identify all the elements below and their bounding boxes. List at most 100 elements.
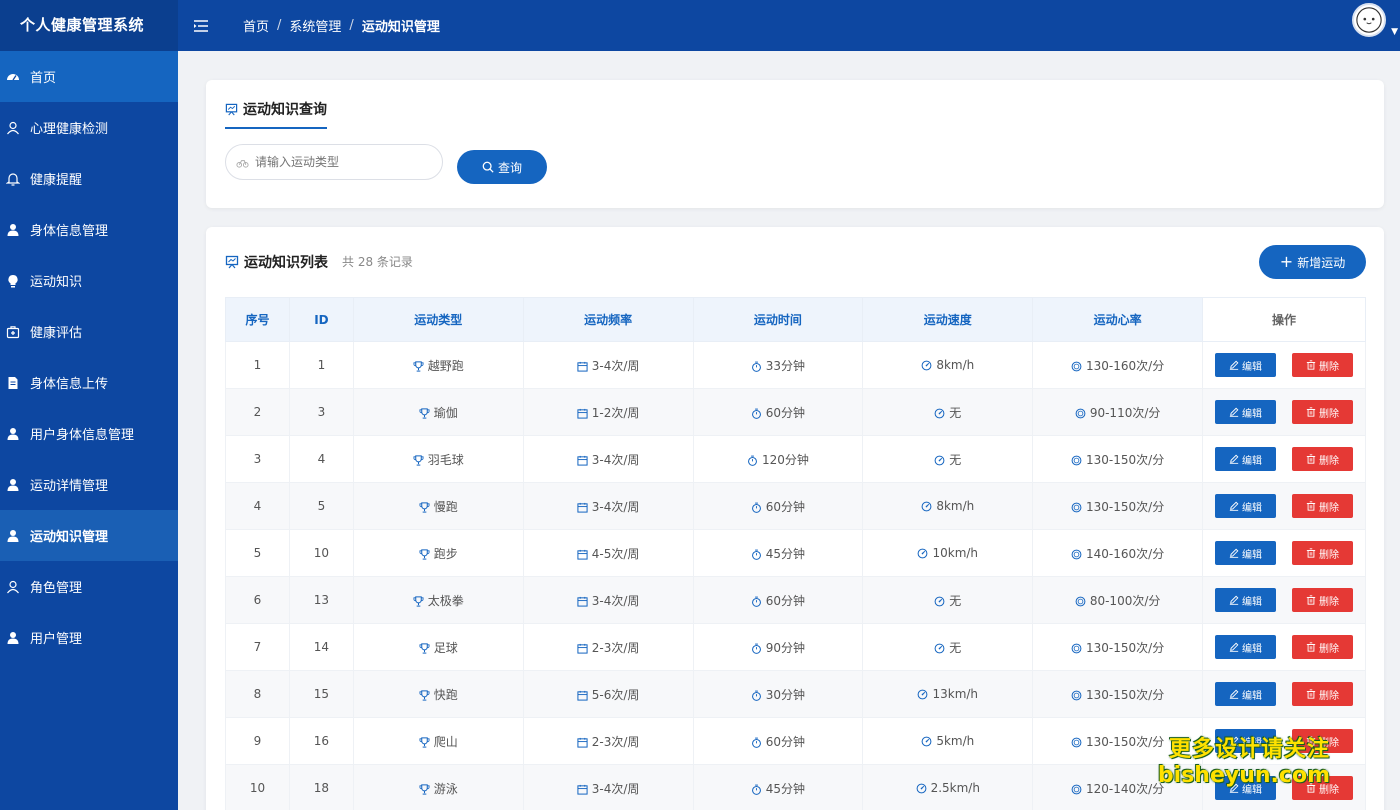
trophy-icon xyxy=(419,783,430,795)
sidebar-item-0[interactable]: 首页 xyxy=(0,51,178,102)
cell-actions: 编辑 删除 xyxy=(1202,529,1366,577)
sidebar-item-7[interactable]: 用户身体信息管理 xyxy=(0,408,178,459)
presentation-icon xyxy=(225,103,238,115)
cell-speed: 10km/h xyxy=(862,529,1034,577)
edit-button[interactable]: 编辑 xyxy=(1215,353,1277,377)
search-icon xyxy=(482,161,494,173)
header-speed[interactable]: 运动速度 xyxy=(862,297,1034,342)
search-input[interactable] xyxy=(255,155,435,169)
trophy-icon xyxy=(419,548,430,560)
delete-button[interactable]: 删除 xyxy=(1292,682,1354,706)
header-type[interactable]: 运动类型 xyxy=(352,297,524,342)
sidebar-item-5[interactable]: 健康评估 xyxy=(0,306,178,357)
breadcrumb-home[interactable]: 首页 xyxy=(243,16,269,35)
delete-button[interactable]: 删除 xyxy=(1292,494,1354,518)
cell-heart: 130-150次/分 xyxy=(1032,623,1204,671)
edit-button[interactable]: 编辑 xyxy=(1215,635,1277,659)
sidebar-item-6[interactable]: 身体信息上传 xyxy=(0,357,178,408)
cell-speed: 无 xyxy=(862,623,1034,671)
delete-button[interactable]: 删除 xyxy=(1292,447,1354,471)
speedometer-icon xyxy=(934,643,945,653)
search-button[interactable]: 查询 xyxy=(457,150,547,184)
edit-button[interactable]: 编辑 xyxy=(1215,682,1277,706)
cell-id: 3 xyxy=(288,388,354,436)
menu-fold-icon[interactable] xyxy=(193,18,209,34)
stopwatch-icon xyxy=(751,549,761,560)
cell-freq: 3-4次/周 xyxy=(522,482,694,530)
sidebar-item-label: 健康评估 xyxy=(30,326,83,341)
sidebar-item-9[interactable]: 运动知识管理 xyxy=(0,510,178,561)
cell-id: 10 xyxy=(288,529,354,577)
edit-icon xyxy=(1229,454,1239,464)
cell-speed: 无 xyxy=(862,435,1034,483)
stopwatch-icon xyxy=(751,502,761,513)
delete-button[interactable]: 删除 xyxy=(1292,588,1354,612)
edit-button[interactable]: 编辑 xyxy=(1215,400,1277,424)
sidebar-item-11[interactable]: 用户管理 xyxy=(0,612,178,663)
trash-icon xyxy=(1306,642,1316,652)
cell-actions: 编辑 删除 xyxy=(1202,388,1366,436)
caret-down-icon[interactable]: ▼ xyxy=(1391,27,1398,37)
edit-icon xyxy=(1229,642,1239,652)
cell-id: 14 xyxy=(288,623,354,671)
edit-button[interactable]: 编辑 xyxy=(1215,588,1277,612)
delete-button[interactable]: 删除 xyxy=(1292,400,1354,424)
table-header-row: 序号 ID 运动类型 运动频率 运动时间 运动速度 运动心率 操作 xyxy=(225,297,1366,342)
edit-icon xyxy=(1229,689,1239,699)
cell-type: 羽毛球 xyxy=(352,435,524,483)
header-op: 操作 xyxy=(1202,297,1366,342)
sidebar-item-4[interactable]: 运动知识 xyxy=(0,255,178,306)
sidebar-item-2[interactable]: 健康提醒 xyxy=(0,153,178,204)
edit-button[interactable]: 编辑 xyxy=(1215,541,1277,565)
trophy-icon xyxy=(419,689,430,701)
sidebar-item-3[interactable]: 身体信息管理 xyxy=(0,204,178,255)
add-exercise-button[interactable]: + 新增运动 xyxy=(1259,245,1366,279)
sidebar: 个人健康管理系统 首页 心理健康检测 健康提醒 身体信息管理 运动知识 健康评估 身体信息上… xyxy=(0,0,178,810)
list-title-text: 运动知识列表 xyxy=(244,255,328,271)
edit-button[interactable]: 编辑 xyxy=(1215,494,1277,518)
speedometer-icon xyxy=(934,455,945,465)
sidebar-item-10[interactable]: 角色管理 xyxy=(0,561,178,612)
header-freq[interactable]: 运动频率 xyxy=(522,297,694,342)
sidebar-item-label: 运动详情管理 xyxy=(30,479,109,494)
watch-icon xyxy=(1071,784,1082,794)
cell-speed: 2.5km/h xyxy=(862,764,1034,810)
list-card: 运动知识列表 共 28 条记录 + 新增运动 序号 ID 运动类型 运动频率 运… xyxy=(206,227,1384,810)
search-box[interactable] xyxy=(225,144,443,180)
cell-freq: 4-5次/周 xyxy=(522,529,694,577)
avatar[interactable] xyxy=(1352,3,1386,37)
cell-time: 60分钟 xyxy=(692,717,864,765)
watch-icon xyxy=(1071,737,1082,747)
cell-actions: 编辑 删除 xyxy=(1202,576,1366,624)
calendar-icon xyxy=(577,784,588,795)
header-time[interactable]: 运动时间 xyxy=(692,297,864,342)
speedometer-icon xyxy=(921,501,932,512)
delete-button[interactable]: 删除 xyxy=(1292,541,1354,565)
header-heart[interactable]: 运动心率 xyxy=(1032,297,1204,342)
breadcrumb-parent[interactable]: 系统管理 xyxy=(289,16,341,35)
speedometer-icon xyxy=(934,408,945,418)
user-solid-icon xyxy=(6,529,20,543)
edit-button[interactable]: 编辑 xyxy=(1215,447,1277,471)
cell-type: 足球 xyxy=(352,623,524,671)
user-icon xyxy=(6,580,20,594)
cell-time: 33分钟 xyxy=(692,341,864,389)
cell-type: 太极拳 xyxy=(352,576,524,624)
watermark: 更多设计请关注 bisheyun.com xyxy=(1158,731,1330,788)
calendar-icon xyxy=(577,643,588,654)
user-icon xyxy=(6,121,20,135)
delete-button[interactable]: 删除 xyxy=(1292,353,1354,377)
cell-id: 4 xyxy=(288,435,354,483)
calendar-icon xyxy=(577,361,588,372)
delete-button[interactable]: 删除 xyxy=(1292,635,1354,659)
sidebar-item-1[interactable]: 心理健康检测 xyxy=(0,102,178,153)
sidebar-item-8[interactable]: 运动详情管理 xyxy=(0,459,178,510)
sidebar-menu: 首页 心理健康检测 健康提醒 身体信息管理 运动知识健康评估身体信息上传 用户身体信息管理… xyxy=(0,51,178,663)
sidebar-item-label: 用户管理 xyxy=(30,632,83,647)
cell-heart: 130-160次/分 xyxy=(1032,341,1204,389)
header-index[interactable]: 序号 xyxy=(225,297,290,342)
header-id[interactable]: ID xyxy=(288,297,354,342)
plus-icon: + xyxy=(1279,252,1294,271)
edit-icon xyxy=(1229,360,1239,370)
trash-icon xyxy=(1306,360,1316,370)
